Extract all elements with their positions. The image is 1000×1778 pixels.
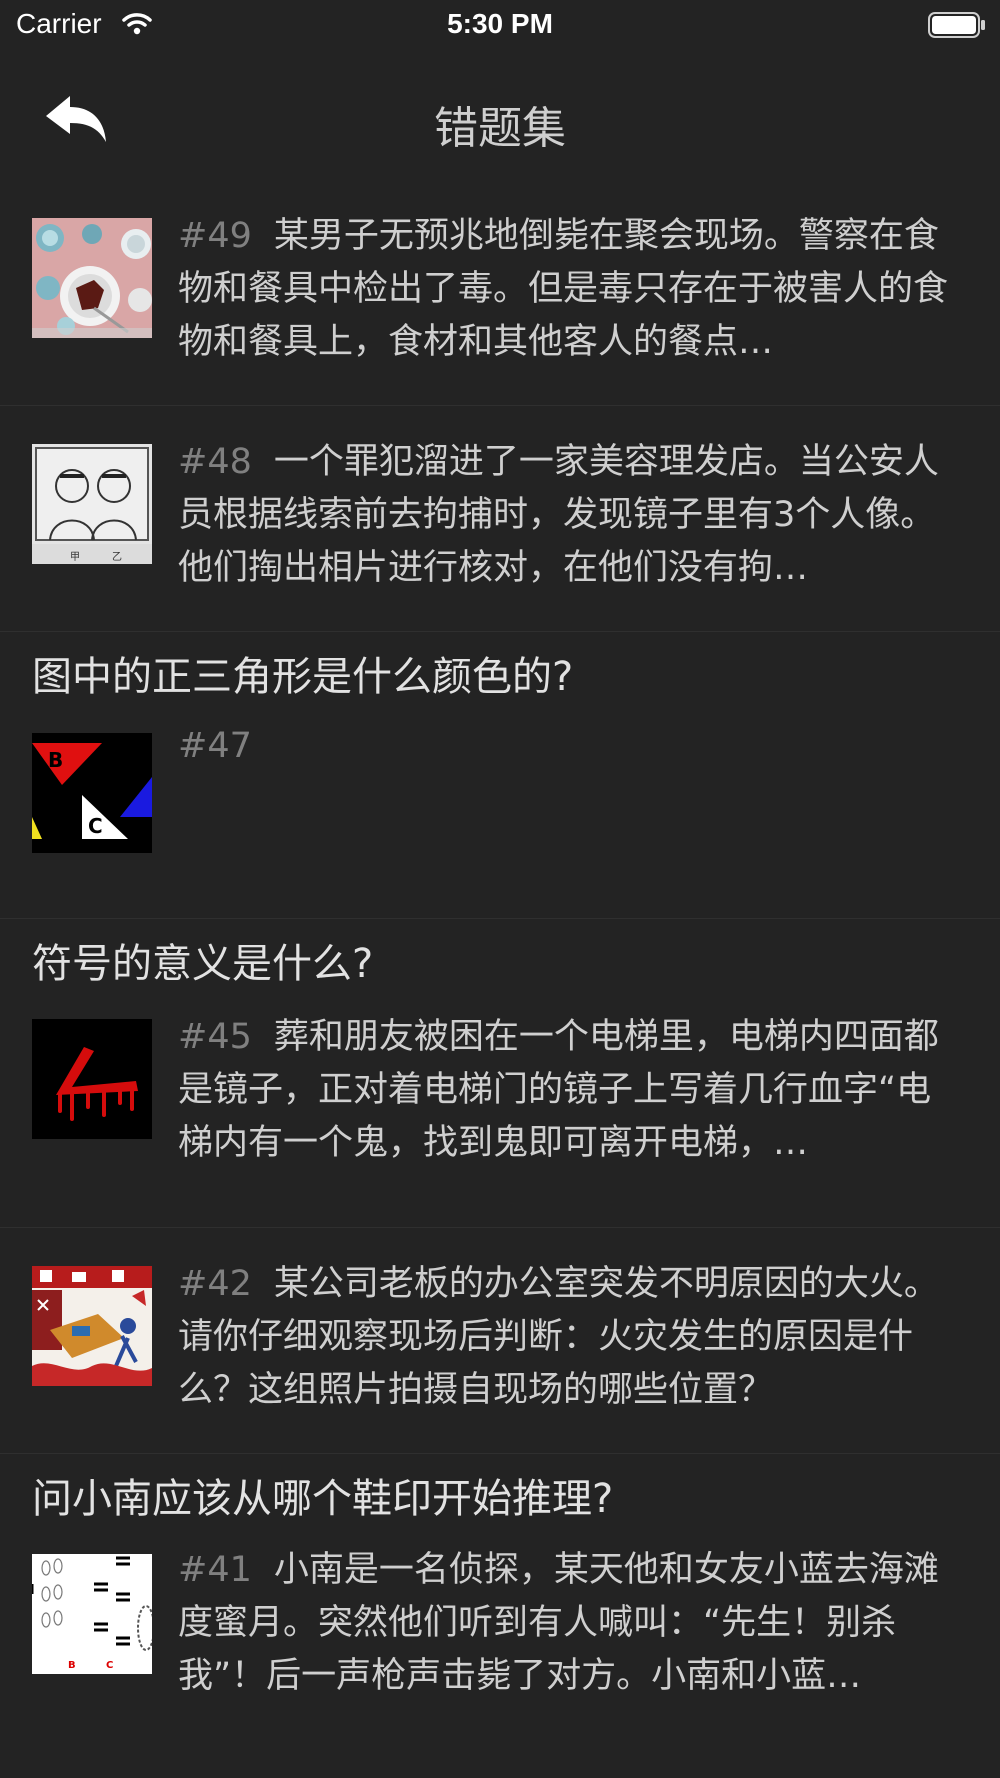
footprint-label-b: B (68, 1660, 76, 1671)
item-description: #42 某公司老板的办公室突发不明原因的大火。请你仔细观察现场后判断：火灾发生的原… (178, 1258, 964, 1417)
list-item-48[interactable]: 甲 乙 #48 一个罪犯溜进了一家美容理发店。当公安人员根据线索前去拘捕时，发现镜… (0, 406, 1000, 632)
item-description: #48 一个罪犯溜进了一家美容理发店。当公安人员根据线索前去拘捕时，发现镜子里有3… (178, 436, 964, 595)
battery-icon (928, 12, 986, 42)
section-title: 图中的正三角形是什么颜色的? (32, 654, 574, 700)
item-description: #45 葬和朋友被困在一个电梯里，电梯内四面都是镜子，正对着电梯门的镜子上写着几行… (178, 1011, 964, 1170)
thumbnail-footprints: B C (32, 1554, 152, 1674)
section-title: 问小南应该从哪个鞋印开始推理? (32, 1476, 614, 1522)
triangle-label-b: B (48, 748, 63, 772)
item-number: #41 (178, 1550, 252, 1590)
section-title: 符号的意义是什么? (32, 941, 374, 987)
thumbnail-poisoned-meal (32, 218, 152, 338)
list-item-42[interactable]: #42 某公司老板的办公室突发不明原因的大火。请你仔细观察现场后判断：火灾发生的原… (0, 1228, 1000, 1454)
item-text: 一个罪犯溜进了一家美容理发店。当公安人员根据线索前去拘捕时，发现镜子里有3个人像… (178, 442, 939, 588)
page-title: 错题集 (434, 103, 566, 154)
status-bar: Carrier 5:30 PM (0, 0, 1000, 50)
svg-text:乙: 乙 (112, 551, 122, 563)
list-item-47[interactable]: B C #47 (0, 710, 1000, 919)
item-number: #47 (178, 726, 252, 766)
thumbnail-office-fire (32, 1266, 152, 1386)
item-number: #49 (178, 216, 252, 256)
item-description: #49 某男子无预兆地倒毙在聚会现场。警察在食物和餐具中检出了毒。但是毒只存在于被… (178, 210, 964, 369)
wrong-question-list[interactable]: #49 某男子无预兆地倒毙在聚会现场。警察在食物和餐具中检出了毒。但是毒只存在于被… (0, 180, 1000, 1757)
list-item-49[interactable]: #49 某男子无预兆地倒毙在聚会现场。警察在食物和餐具中检出了毒。但是毒只存在于被… (0, 180, 1000, 406)
list-item-41[interactable]: B C #41 小南是一名侦探，某天他和女友小蓝去海滩度蜜月。突然他们听到有人喊叫… (0, 1532, 1000, 1757)
item-text: 某公司老板的办公室突发不明原因的大火。请你仔细观察现场后判断：火灾发生的原因是什… (178, 1264, 939, 1410)
item-description: #47 (178, 720, 964, 773)
item-number: #45 (178, 1017, 252, 1057)
thumbnail-mirror-faces: 甲 乙 (32, 444, 152, 564)
status-time: 5:30 PM (447, 8, 553, 39)
list-item-45[interactable]: #45 葬和朋友被困在一个电梯里，电梯内四面都是镜子，正对着电梯门的镜子上写着几行… (0, 997, 1000, 1228)
item-description: #41 小南是一名侦探，某天他和女友小蓝去海滩度蜜月。突然他们听到有人喊叫：“先生… (178, 1544, 964, 1703)
footprint-label-c: C (106, 1660, 113, 1671)
item-text: 葬和朋友被困在一个电梯里，电梯内四面都是镜子，正对着电梯门的镜子上写着几行血字“… (178, 1017, 939, 1163)
item-text: 小南是一名侦探，某天他和女友小蓝去海滩度蜜月。突然他们听到有人喊叫：“先生！别杀… (178, 1550, 939, 1696)
thumbnail-triangles: B C (32, 733, 152, 853)
navigation-bar: 错题集 (0, 70, 1000, 170)
item-number: #42 (178, 1264, 252, 1304)
thumbnail-blood-symbol (32, 1019, 152, 1139)
item-text: 某男子无预兆地倒毙在聚会现场。警察在食物和餐具中检出了毒。但是毒只存在于被害人的… (178, 216, 949, 362)
item-number: #48 (178, 442, 252, 482)
svg-text:甲: 甲 (70, 552, 80, 563)
triangle-label-c: C (88, 814, 103, 838)
